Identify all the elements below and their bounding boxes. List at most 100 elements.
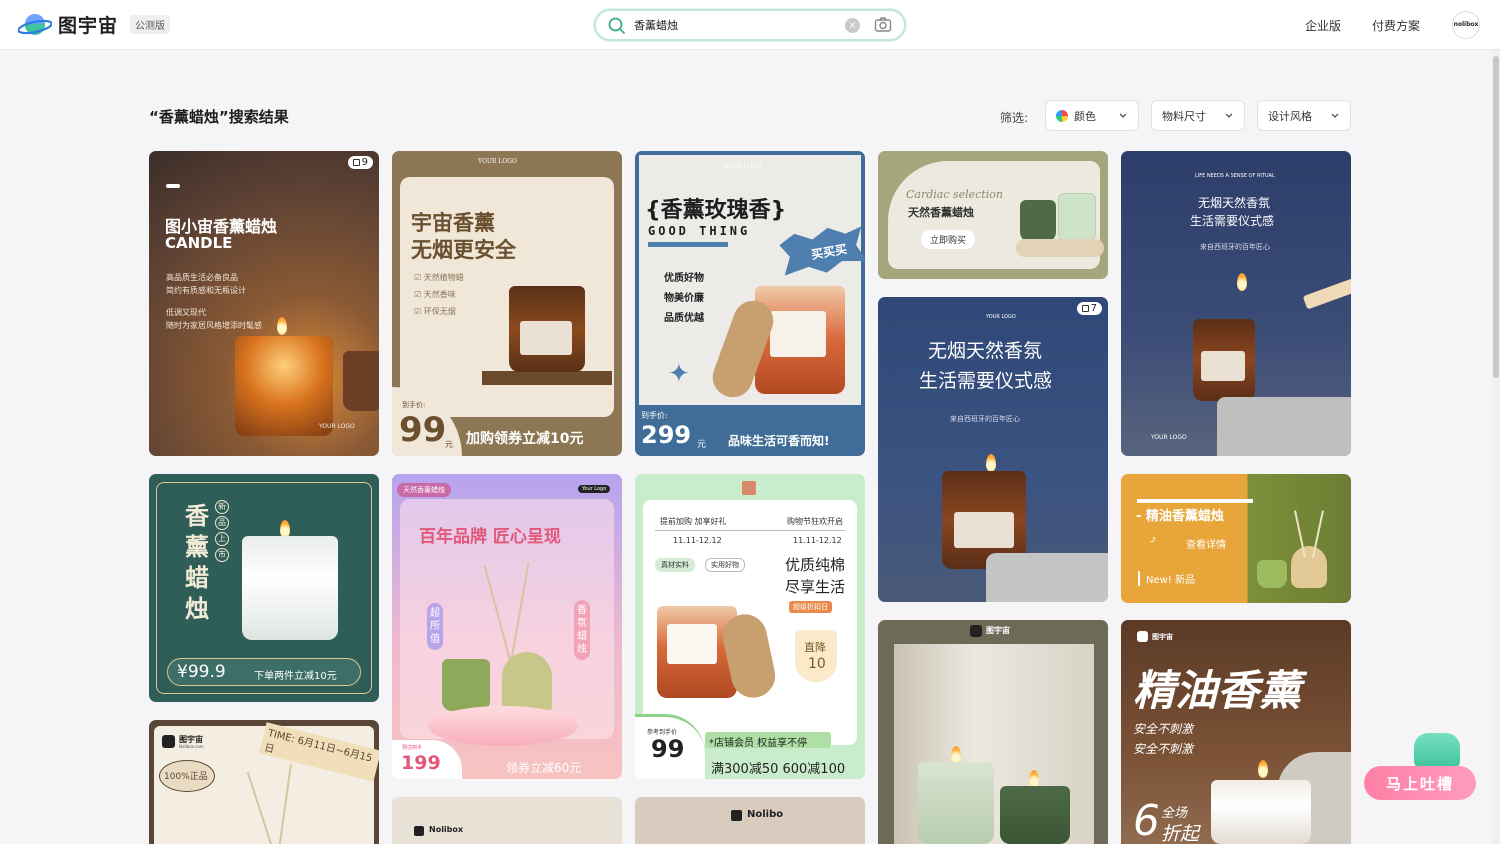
template-card-9[interactable]: 提前加购 加享好礼 购物节狂欢开启 11.11-12.12 11.11-12.1… — [635, 474, 865, 779]
nav-pricing[interactable]: 付费方案 — [1372, 17, 1420, 34]
top-bar: 图宇宙 公测版 × 企业版 付费方案 nolibox — [0, 0, 1500, 50]
candle-jar — [242, 536, 338, 640]
template-card-1[interactable]: 9 图小宙香薰蜡烛 CANDLE 高品质生活必备良品 简约有质感和无瓶设计 低调… — [149, 151, 379, 456]
flame-icon — [1258, 760, 1268, 778]
tag-char: 市 — [215, 548, 229, 562]
scrollbar-thumb[interactable] — [1493, 56, 1499, 378]
feedback-button[interactable]: 马上吐槽 — [1364, 766, 1476, 800]
price-value: 199 — [401, 752, 441, 774]
category-tag: 天然香薰蜡烛 — [397, 483, 451, 497]
card-title: {香薰玫瑰香} — [645, 198, 787, 223]
pedestal — [428, 706, 578, 746]
sparkle-icon: ✦ — [668, 359, 690, 389]
side-label: 超所值 — [427, 603, 443, 650]
card-logo: Nolibo — [747, 809, 784, 820]
template-card-7[interactable]: 香 薰 蜡 烛 新 品 上 市 ¥99.9 下单两件立减10元 — [149, 474, 379, 702]
card-subtitle: GOOD THING — [648, 224, 751, 238]
search-box[interactable]: × — [594, 9, 906, 41]
card-title: 优质纯棉 — [785, 556, 846, 574]
card-title: 精油香薰 — [1133, 666, 1302, 715]
user-avatar[interactable]: nolibox — [1452, 11, 1480, 39]
template-card-12[interactable]: Nolibox — [392, 797, 622, 844]
template-card-2[interactable]: YOUR LOGO 宇宙香薰 无烟更安全 ☑ 天然植物蜡 ☑ 天然香味 ☑ 环保… — [392, 151, 622, 456]
card-title: 无烟更安全 — [411, 237, 516, 262]
buy-now-button[interactable]: 立即购买 — [921, 230, 976, 249]
card-eyebrow: LIFE NEEDS A SENSE OF RITUAL — [1195, 173, 1275, 179]
feature-item: 优质好物 — [664, 273, 704, 284]
template-card-4[interactable]: Cardiac selection 天然香薰蜡烛 立即购买 — [878, 151, 1108, 279]
deal-text: 满300减50 600减100 — [711, 762, 846, 777]
price-value: 99 — [399, 410, 447, 450]
side-label: 香氛蜡烛 — [574, 600, 590, 660]
tag-char: 上 — [215, 532, 229, 546]
arrow-icon: ⤴ — [1149, 535, 1158, 546]
page-count-badge: 9 — [347, 156, 373, 169]
template-card-8[interactable]: 天然香薰蜡烛 Your Logo 百年品牌 匠心呈现 超所值 香氛蜡烛 预估到手… — [392, 474, 622, 779]
color-filter-dropdown[interactable]: 颜色 — [1045, 100, 1139, 131]
template-card-3[interactable]: YOUR LOGO {香薰玫瑰香} GOOD THING 买买买 优质好物 物美… — [635, 151, 865, 456]
card-title-char: 蜡 — [185, 563, 209, 592]
feature-item: ☑ 天然香味 — [414, 290, 456, 299]
chip: 实用好物 — [705, 558, 745, 572]
diffuser-bottle — [1291, 546, 1327, 588]
member-text: *店铺会员 权益享不停 — [709, 738, 808, 749]
stool — [482, 371, 612, 385]
script-text: Cardiac selection — [906, 188, 1003, 201]
card-title-char: 烛 — [185, 594, 209, 623]
logo-mark-icon — [970, 625, 982, 637]
price-value: 299 — [641, 421, 692, 449]
feature-item: 品质优越 — [664, 313, 704, 324]
logo[interactable]: 图宇宙 公测版 — [17, 11, 171, 38]
gift-box-icon — [742, 481, 756, 495]
clear-search-icon[interactable]: × — [845, 18, 860, 33]
sale-start-text: 购物节狂欢开启 — [787, 517, 843, 526]
chevron-down-icon — [1119, 113, 1127, 118]
chevron-down-icon — [1225, 113, 1233, 118]
card-title: 无烟天然香氛 — [1198, 196, 1271, 210]
card-title: 尽享生活 — [785, 578, 846, 596]
search-input[interactable] — [634, 16, 834, 34]
logo-mark-icon — [731, 810, 742, 821]
camera-icon[interactable] — [874, 16, 892, 34]
jar-label — [667, 624, 717, 664]
date-range: 11.11-12.12 — [673, 536, 722, 545]
template-card-14[interactable]: 图宇宙 — [878, 620, 1108, 844]
card-logo: 图宇宙 — [1152, 633, 1173, 641]
planet-logo-icon — [17, 12, 53, 38]
card-logo-sub: Nolibox.com — [179, 744, 204, 749]
logo-mark-icon — [162, 735, 175, 748]
tag-char: 新 — [215, 500, 229, 514]
flame-icon — [277, 317, 287, 335]
card-line: 安全不刺激 — [1133, 742, 1194, 756]
template-card-13[interactable]: Nolibo — [635, 797, 865, 844]
template-card-6[interactable]: 7 YOUR LOGO 无烟天然香氛 生活需要仪式感 来自西班牙的百年匠心 — [878, 297, 1108, 602]
size-filter-dropdown[interactable]: 物料尺寸 — [1151, 100, 1245, 131]
template-card-5[interactable]: LIFE NEEDS A SENSE OF RITUAL 无烟天然香氛 生活需要… — [1121, 151, 1351, 456]
jar-label — [954, 512, 1014, 548]
pre-sale-text: 提前加购 加享好礼 — [660, 517, 727, 526]
mascot-icon[interactable] — [1414, 733, 1460, 769]
promo-text: 领券立减60元 — [506, 761, 582, 775]
chevron-down-icon — [1331, 113, 1339, 118]
card-line: 低调又现代 — [166, 308, 206, 317]
template-card-15[interactable]: 图宇宙 精油香薰 安全不刺激 安全不刺激 6 全场 折起 — [1121, 620, 1351, 844]
candle-jar — [1257, 560, 1287, 588]
candle-jar — [918, 762, 994, 844]
size-filter-label: 物料尺寸 — [1162, 109, 1206, 123]
style-filter-dropdown[interactable]: 设计风格 — [1257, 100, 1351, 131]
accent-bar — [648, 242, 728, 247]
nav-enterprise[interactable]: 企业版 — [1305, 17, 1341, 34]
jar-label — [770, 311, 826, 357]
color-wheel-icon — [1056, 109, 1068, 122]
page-count-badge: 7 — [1076, 302, 1102, 315]
card-title: 生活需要仪式感 — [1190, 214, 1275, 228]
price-unit: 元 — [445, 440, 453, 449]
template-card-10[interactable]: - 精油香薰蜡烛 ⤴ 查看详情 New! 新品 — [1121, 474, 1351, 603]
price-label: 到手价: — [641, 411, 668, 420]
match-hand — [1302, 272, 1351, 310]
candle-jar — [1058, 193, 1096, 243]
view-details-link[interactable]: 查看详情 — [1186, 536, 1226, 551]
style-filter-label: 设计风格 — [1268, 109, 1312, 123]
card-title: 生活需要仪式感 — [919, 370, 1053, 392]
template-card-11[interactable]: 图宇宙 Nolibox.com TIME: 6月11日~6月15日 100%正品 — [149, 720, 379, 844]
